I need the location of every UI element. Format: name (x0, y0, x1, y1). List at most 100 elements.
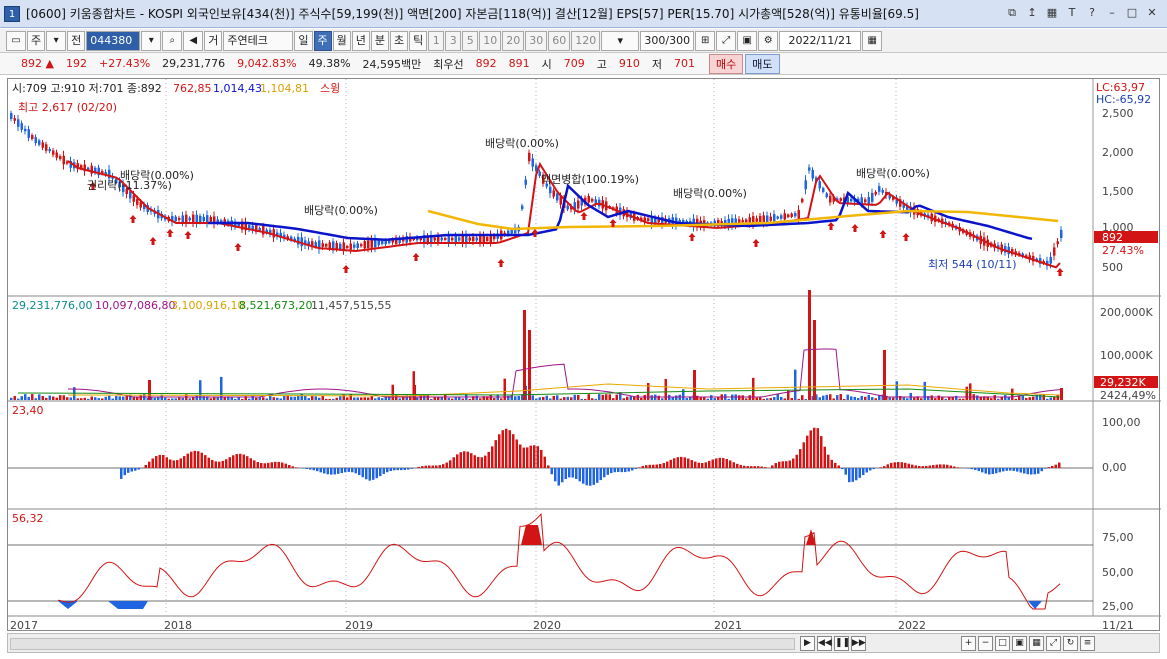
oscillator-bar (921, 466, 924, 468)
interval-5[interactable]: 5 (462, 30, 479, 51)
interval-60[interactable]: 60 (548, 30, 571, 51)
interval-30[interactable]: 30 (525, 30, 548, 51)
zoom-in-icon[interactable]: + (961, 636, 976, 651)
ohlc-legend: 시:709 고:910 저:701 종:892 (12, 82, 162, 95)
chart-settings-icon[interactable]: ▭ (6, 30, 26, 51)
volume-bar (822, 395, 825, 400)
timeframe-week[interactable]: 주 (313, 30, 332, 51)
crosshair-icon[interactable]: ⤢ (716, 30, 737, 51)
swing-label: 스윙 (320, 82, 340, 95)
oscillator-bar (606, 468, 609, 475)
help-icon[interactable]: ? (1085, 6, 1099, 20)
interval-3[interactable]: 3 (445, 30, 462, 51)
step-forward-icon[interactable]: ▶▶ (851, 636, 866, 651)
play-icon[interactable]: ▶ (800, 636, 815, 651)
timeframe-tick[interactable]: 틱 (409, 30, 428, 51)
price-axis-2000: 2,000 (1102, 146, 1134, 159)
timeframe-minute[interactable]: 분 (370, 30, 389, 51)
candle-body (577, 200, 580, 209)
chart-scrollbar[interactable] (10, 638, 795, 650)
volume-bar (59, 395, 62, 400)
volume-bar (934, 398, 937, 400)
period-button-week[interactable]: 주 (27, 30, 46, 51)
oscillator-bar (746, 466, 749, 468)
volume-bar (101, 398, 104, 400)
volume-bar (944, 398, 947, 400)
oscillator-bar (351, 468, 354, 473)
stock-chart[interactable]: 시:709 고:910 저:701 종:892 762,85 1,014,43 … (8, 79, 1161, 632)
timeframe-second[interactable]: 초 (390, 30, 409, 51)
fit-icon[interactable]: ▣ (1012, 636, 1027, 651)
volume-bar (930, 395, 933, 400)
layout-icon[interactable]: ▦ (1045, 6, 1059, 20)
price-axis-500: 500 (1102, 261, 1123, 274)
ma-long-value: 1,104,81 (260, 82, 309, 95)
code-dropdown-icon[interactable]: ▾ (141, 30, 162, 51)
oscillator-bar (305, 468, 308, 469)
candle-body (41, 142, 44, 148)
kind-button[interactable]: 거 (204, 30, 223, 51)
volume-bar (552, 395, 555, 400)
maximize-icon[interactable]: □ (1125, 6, 1139, 20)
high-value: 910 (618, 57, 640, 70)
pause-icon[interactable]: ❚❚ (834, 636, 850, 651)
interval-dropdown[interactable]: ▾ (601, 30, 640, 51)
oscillator-bar (386, 468, 389, 473)
oscillator-bar (491, 446, 494, 468)
oscillator-bar (421, 466, 424, 468)
oscillator-bar (862, 468, 865, 476)
sound-icon[interactable]: ◀ (183, 30, 204, 51)
grid-icon[interactable]: ▦ (1029, 636, 1044, 651)
oscillator-bar (743, 465, 746, 468)
oscillator-bar (186, 453, 189, 468)
interval-10[interactable]: 10 (479, 30, 502, 51)
zoom-out-icon[interactable]: − (978, 636, 993, 651)
pin-icon[interactable]: ↥ (1025, 6, 1039, 20)
oscillator-bar (284, 463, 287, 468)
interval-120[interactable]: 120 (571, 30, 601, 51)
buy-button[interactable]: 매수 (709, 53, 744, 74)
dropdown-icon[interactable]: ▾ (46, 30, 67, 51)
volume-bar (20, 396, 23, 400)
link-icon[interactable]: ⧉ (1005, 6, 1019, 20)
volume-bar (976, 395, 979, 400)
swing-arrows (89, 182, 1064, 276)
calendar-icon[interactable]: ▦ (862, 30, 883, 51)
date-field[interactable]: 2022/11/21 (779, 30, 862, 51)
interval-20[interactable]: 20 (502, 30, 525, 51)
refresh-icon[interactable]: ↻ (1063, 636, 1078, 651)
low-value: 701 (674, 57, 696, 70)
close-icon[interactable]: ✕ (1145, 6, 1159, 20)
oscillator-bar (1040, 468, 1043, 472)
volume-bar (293, 396, 296, 400)
candle-body (346, 245, 349, 249)
font-icon[interactable]: T (1065, 6, 1079, 20)
oscillator-bar (130, 468, 133, 472)
volume-bar (493, 398, 496, 400)
step-back-icon[interactable]: ◀◀ (817, 636, 832, 651)
volume-bar (62, 395, 65, 400)
oscillator-bar (893, 462, 896, 468)
menu-icon[interactable]: ≡ (1080, 636, 1095, 651)
volume-bar (958, 398, 961, 400)
chart-area[interactable]: 시:709 고:910 저:701 종:892 762,85 1,014,43 … (7, 78, 1161, 632)
reset-icon[interactable]: □ (995, 636, 1010, 651)
save-icon[interactable]: ▣ (737, 30, 758, 51)
oscillator-bar (263, 463, 266, 468)
oscillator-bar (333, 468, 336, 475)
timeframe-month[interactable]: 월 (332, 30, 351, 51)
minimize-icon[interactable]: – (1105, 6, 1119, 20)
search-icon[interactable]: ⌕ (162, 30, 183, 51)
market-button[interactable]: 전 (67, 30, 86, 51)
count-field[interactable]: 300/300 (640, 30, 695, 51)
timeframe-day[interactable]: 일 (294, 30, 313, 51)
timeframe-year[interactable]: 년 (351, 30, 370, 51)
volume-bar (118, 396, 121, 400)
zoom-icon[interactable]: ⊞ (695, 30, 716, 51)
sell-button[interactable]: 매도 (745, 53, 780, 74)
interval-1[interactable]: 1 (428, 30, 445, 51)
gear-icon[interactable]: ⚙ (758, 30, 779, 51)
expand-icon[interactable]: ⤢ (1046, 636, 1061, 651)
stock-code-input[interactable]: 044380 (86, 30, 141, 51)
x-label-2020: 2020 (533, 619, 561, 632)
